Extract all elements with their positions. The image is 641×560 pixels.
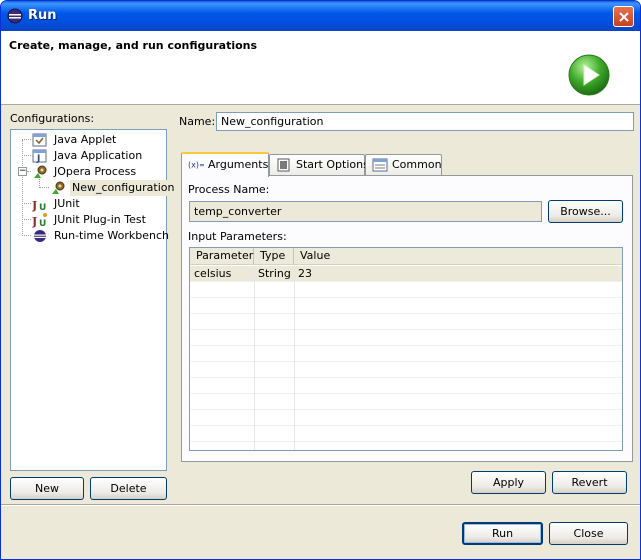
cell-type: String — [258, 267, 291, 280]
junit-icon: J U — [32, 199, 46, 212]
eclipse-icon — [7, 8, 23, 24]
run-button[interactable]: Run — [462, 522, 543, 545]
tree-connector — [39, 187, 49, 188]
svg-text:U: U — [39, 219, 46, 228]
tree-connector — [22, 219, 31, 220]
delete-button[interactable]: Delete — [90, 477, 167, 500]
svg-text:J: J — [32, 215, 37, 228]
tree-connector — [22, 203, 31, 204]
process-name-field[interactable]: temp_converter — [189, 201, 542, 222]
configurations-tree[interactable]: − Java Applet J Java Application JOpera … — [10, 129, 177, 471]
header-title: Create, manage, and run configurations — [9, 39, 258, 52]
jopera-config-icon — [52, 181, 65, 194]
close-window-button[interactable] — [613, 6, 634, 27]
input-parameters-table[interactable]: Parameter Type Value celsius String 23 — [189, 247, 623, 451]
apply-button[interactable]: Apply — [471, 471, 546, 494]
svg-text:U: U — [39, 203, 46, 212]
java-applet-icon — [32, 133, 47, 147]
browse-button[interactable]: Browse... — [548, 200, 623, 223]
run-dialog: Run Create, manage, and run configuratio… — [0, 0, 641, 560]
new-button[interactable]: New — [10, 477, 84, 500]
close-icon — [619, 12, 629, 22]
title-bar: Run — [1, 1, 640, 31]
column-header-value[interactable]: Value — [294, 248, 622, 265]
tree-connector — [27, 171, 31, 172]
arguments-icon: (x)= — [188, 161, 204, 170]
close-button[interactable]: Close — [549, 522, 628, 545]
tree-connector — [22, 139, 31, 140]
header-banner: Create, manage, and run configurations — [1, 31, 640, 105]
svg-text:J: J — [32, 199, 37, 212]
junit-plugin-icon: J U — [32, 213, 47, 228]
tree-connector — [22, 155, 31, 156]
name-label: Name: — [179, 115, 216, 128]
window-title: Run — [28, 8, 57, 23]
workbench-icon — [34, 230, 46, 242]
input-parameters-label: Input Parameters: — [188, 230, 287, 243]
column-divider — [254, 265, 255, 450]
column-header-parameter[interactable]: Parameter — [190, 248, 254, 265]
jopera-process-icon — [34, 165, 47, 178]
column-divider — [294, 265, 295, 450]
tab-arguments[interactable]: (x)= Arguments — [181, 152, 269, 177]
common-icon — [372, 158, 388, 172]
revert-button[interactable]: Revert — [552, 471, 627, 494]
footer-separator — [1, 504, 640, 506]
cell-parameter: celsius — [194, 267, 232, 280]
java-application-icon: J — [32, 149, 47, 164]
name-field[interactable]: New_configuration — [216, 112, 634, 131]
run-banner-icon — [568, 54, 610, 96]
svg-text:J: J — [36, 154, 40, 164]
collapse-toggle[interactable]: − — [18, 167, 27, 176]
column-header-type[interactable]: Type — [254, 248, 294, 265]
configurations-label: Configurations: — [10, 112, 95, 125]
tab-common[interactable]: Common — [365, 154, 442, 176]
tree-connector — [22, 235, 31, 236]
cell-value: 23 — [298, 267, 312, 280]
tab-start-options[interactable]: Start Options — [269, 154, 369, 176]
process-name-label: Process Name: — [188, 183, 270, 196]
start-options-icon — [277, 158, 290, 172]
svg-text:(x)=: (x)= — [188, 161, 204, 170]
